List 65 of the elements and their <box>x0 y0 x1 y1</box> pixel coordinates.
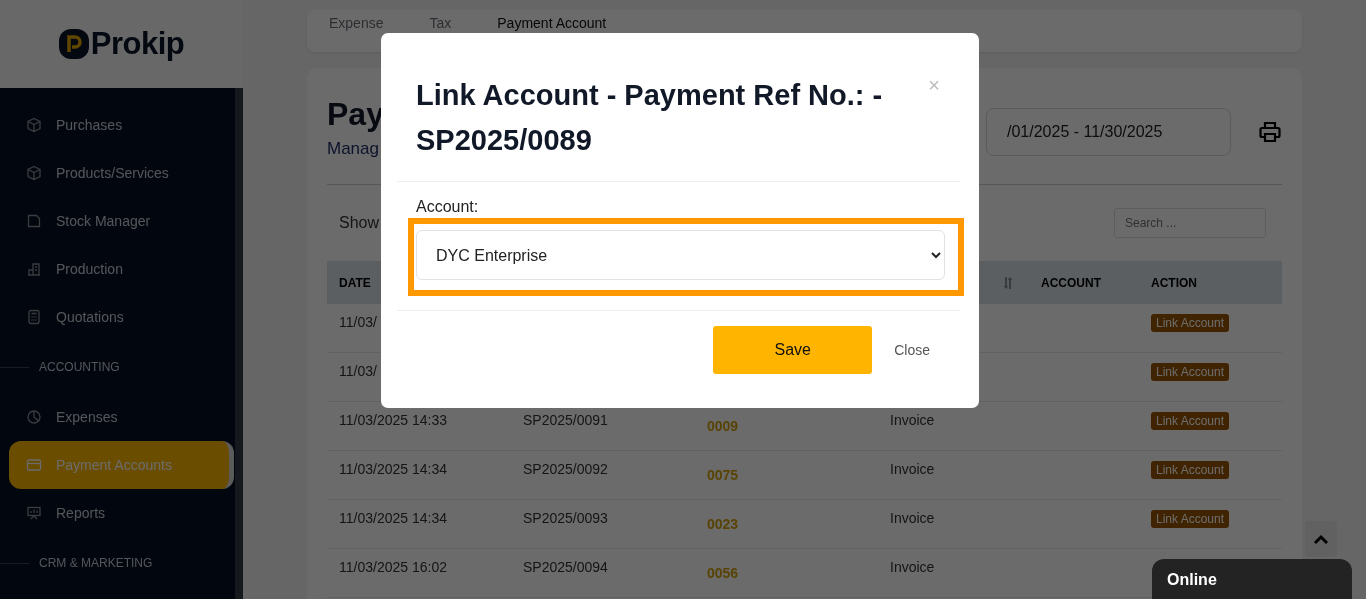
box-icon <box>26 117 42 133</box>
number-link[interactable]: 0023 <box>707 516 739 532</box>
date-cell: 11/03/ <box>339 314 377 330</box>
chat-tab[interactable]: Online <box>1152 559 1352 599</box>
link-account-button[interactable]: Link Account <box>1151 363 1230 381</box>
account-select[interactable]: DYC Enterprise <box>416 230 945 280</box>
type-cell: Invoice <box>890 510 935 526</box>
sidebar-item[interactable]: Reports <box>0 489 229 537</box>
show-label: Show <box>339 214 380 232</box>
section-heading: CRM & MARKETING <box>39 556 153 570</box>
sidebar-item[interactable]: Payment Accounts <box>9 441 234 489</box>
sidebar-item[interactable]: Quotations <box>0 293 229 341</box>
page-subtitle: Manag <box>327 139 380 159</box>
type-cell: Invoice <box>890 412 935 428</box>
date-cell: 11/03/2025 14:34 <box>339 510 447 526</box>
ref-cell: SP2025/0091 <box>523 412 608 428</box>
tab[interactable]: Payment Account <box>497 15 607 31</box>
link-account-button[interactable]: Link Account <box>1151 461 1230 479</box>
scroll-top-button[interactable] <box>1305 521 1337 557</box>
number-link[interactable]: 0056 <box>707 565 739 581</box>
note-icon <box>26 213 42 229</box>
close-button[interactable]: Close <box>894 342 930 358</box>
building-icon <box>26 261 42 277</box>
column-header[interactable]: ACTION <box>1151 275 1197 290</box>
date-cell: 11/03/ <box>339 363 377 379</box>
logo-icon <box>58 29 89 59</box>
logo-text: Prokip <box>90 26 185 62</box>
page-title: Pay <box>327 96 384 133</box>
chevron-up-icon <box>1313 533 1329 545</box>
tab[interactable]: Tax <box>429 15 452 31</box>
calculator-icon <box>26 309 42 325</box>
field-label: Account: <box>415 198 480 216</box>
sidebar-item[interactable]: Expenses <box>0 393 229 441</box>
sidebar-item[interactable]: Stock Manager <box>0 197 229 245</box>
ref-cell: SP2025/0094 <box>523 559 608 575</box>
number-link[interactable]: 0075 <box>707 467 739 483</box>
section-heading: ACCOUNTING <box>39 360 120 374</box>
column-header[interactable]: ACCOUNT <box>1041 275 1101 290</box>
ref-cell: SP2025/0092 <box>523 461 608 477</box>
dialog-title: Link Account - Payment Ref No.: - SP2025/0089 <box>416 78 884 158</box>
type-cell: Invoice <box>890 461 935 477</box>
column-header[interactable]: DATE <box>339 275 371 290</box>
sidebar-item[interactable]: Purchases <box>0 101 229 149</box>
date-cell: 11/03/2025 14:34 <box>339 461 447 477</box>
link-account-button[interactable]: Link Account <box>1151 412 1230 430</box>
pie-icon <box>26 409 42 425</box>
save-button[interactable]: Save <box>713 326 873 374</box>
search-field[interactable]: Search ... <box>1114 208 1266 238</box>
scrollbar[interactable] <box>235 88 243 599</box>
sort-icon[interactable] <box>1004 277 1014 289</box>
sidebar-item[interactable]: Products/Services <box>0 149 229 197</box>
type-cell: Invoice <box>890 559 935 575</box>
link-account-button[interactable]: Link Account <box>1151 314 1230 332</box>
card-icon <box>26 457 42 473</box>
date-cell: 11/03/2025 16:02 <box>339 559 447 575</box>
link-account-button[interactable]: Link Account <box>1151 510 1230 528</box>
sidebar-item[interactable]: Production <box>0 245 229 293</box>
tab[interactable]: Expense <box>329 15 384 31</box>
ref-cell: SP2025/0093 <box>523 510 608 526</box>
date-range-field[interactable]: /01/2025 - 11/30/2025 <box>986 108 1231 156</box>
date-cell: 11/03/2025 14:33 <box>339 412 447 428</box>
box-icon <box>26 165 42 181</box>
number-link[interactable]: 0009 <box>707 418 739 434</box>
board-icon <box>26 505 42 521</box>
printer-icon[interactable] <box>1258 120 1282 144</box>
